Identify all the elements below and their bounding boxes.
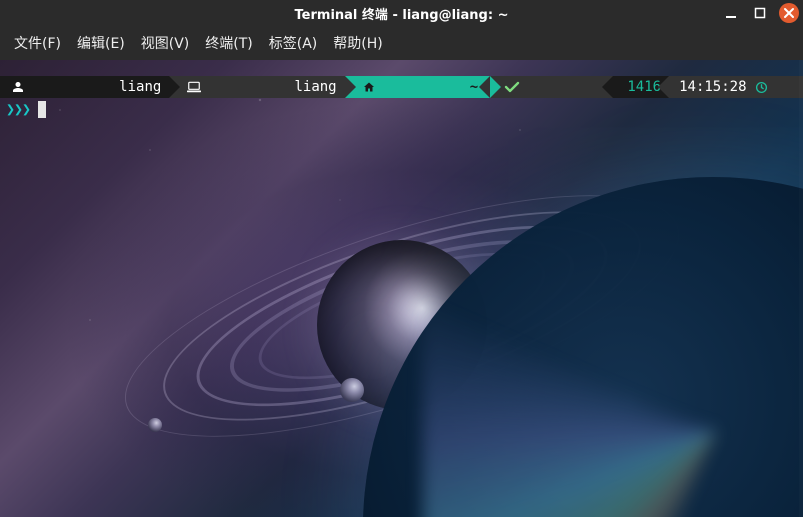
window-title: Terminal 终端 - liang@liang: ~ (295, 4, 509, 23)
laptop-icon (187, 60, 288, 125)
menubar: 文件(F) 编辑(E) 视图(V) 终端(T) 标签(A) 帮助(H) (0, 26, 803, 60)
prompt-status-segment (490, 76, 613, 98)
maximize-icon (754, 7, 766, 19)
prompt-input-line[interactable]: ❯❯❯ (6, 100, 46, 118)
prompt-user: liang (119, 79, 161, 95)
menu-term[interactable]: 终端(T) (197, 29, 260, 57)
menu-view[interactable]: 视图(V) (133, 29, 198, 57)
menu-file[interactable]: 文件(F) (6, 29, 69, 57)
prompt-left-segments: liang liang ~ (0, 76, 490, 98)
close-icon (783, 7, 795, 19)
menu-tabs-label: 标签(A) (269, 36, 318, 52)
home-icon (363, 60, 464, 125)
terminal-content: liang liang ~ (0, 60, 803, 517)
prompt-time-segment: 14:15:28 (669, 76, 803, 98)
prompt-symbol: ❯❯❯ (6, 100, 30, 118)
check-icon (504, 60, 605, 125)
prompt-right-segments: 1416 14:15:28 (490, 76, 803, 98)
text-cursor (38, 101, 46, 118)
menu-term-label: 终端(T) (205, 36, 252, 52)
maximize-button[interactable] (750, 3, 770, 23)
clock-icon (755, 60, 803, 126)
menu-edit[interactable]: 编辑(E) (69, 29, 133, 57)
prompt-time: 14:15:28 (679, 79, 746, 95)
prompt-user-segment: liang (0, 76, 169, 98)
menu-edit-label: 编辑(E) (77, 36, 125, 52)
menu-help-label: 帮助(H) (333, 36, 382, 52)
prompt-path: ~ (470, 79, 478, 95)
prompt-path-segment: ~ (345, 76, 491, 98)
terminal-scrollbar[interactable] (799, 60, 803, 517)
prompt-history-count: 1416 (627, 79, 661, 95)
menu-help[interactable]: 帮助(H) (325, 29, 390, 57)
minimize-icon (725, 7, 737, 19)
menu-tabs[interactable]: 标签(A) (261, 29, 326, 57)
prompt-host: liang (294, 79, 336, 95)
prompt-host-segment: liang (169, 76, 344, 98)
window-controls (721, 0, 799, 26)
menu-file-label: 文件(F) (14, 36, 61, 52)
menu-view-label: 视图(V) (141, 36, 190, 52)
terminal-viewport[interactable]: liang liang ~ (0, 60, 803, 517)
window-titlebar: Terminal 终端 - liang@liang: ~ (0, 0, 803, 26)
close-button[interactable] (779, 3, 799, 23)
minimize-button[interactable] (721, 3, 741, 23)
prompt-status-line: liang liang ~ (0, 76, 803, 104)
